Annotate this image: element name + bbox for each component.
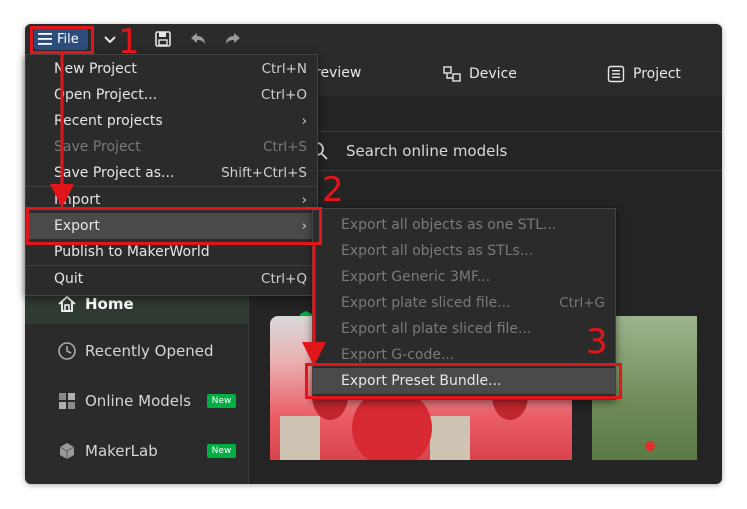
- sidebar-item-label: Online Models: [85, 392, 192, 410]
- sidebar-item-label: MakerLab: [85, 442, 158, 460]
- menu-item-label: Recent projects: [54, 113, 163, 129]
- clock-icon: [58, 342, 76, 360]
- search-placeholder: Search online models: [346, 142, 508, 160]
- tab-preview[interactable]: review: [315, 65, 361, 81]
- menu-item-export-generic-3mf: Export Generic 3MF...: [313, 264, 615, 290]
- tab-preview-label: review: [315, 65, 362, 81]
- menu-item-label: Publish to MakerWorld: [54, 244, 210, 260]
- menu-item-open-project[interactable]: Open Project... Ctrl+O: [26, 82, 317, 108]
- menu-item-save-project-as[interactable]: Save Project as... Shift+Ctrl+S: [26, 160, 317, 186]
- menu-item-label: Export Generic 3MF...: [341, 269, 491, 285]
- menu-item-export-plate-sliced: Export plate sliced file... Ctrl+G: [313, 290, 615, 316]
- home-icon: [58, 295, 76, 312]
- tab-project[interactable]: Project: [607, 65, 681, 83]
- sidebar-item-recently-opened[interactable]: Recently Opened: [25, 331, 248, 371]
- menu-item-label: Save Project as...: [54, 165, 175, 181]
- annotation-box-export-preset: [305, 363, 622, 399]
- undo-icon[interactable]: [188, 29, 208, 49]
- menu-item-shortcut: Ctrl+Q: [261, 271, 307, 287]
- menu-item-new-project[interactable]: New Project Ctrl+N: [26, 56, 317, 82]
- menu-item-shortcut: Shift+Ctrl+S: [221, 165, 307, 181]
- menu-item-recent-projects[interactable]: Recent projects ›: [26, 108, 317, 134]
- project-icon: [607, 65, 625, 83]
- menu-item-label: Import: [54, 192, 101, 208]
- new-badge: New: [207, 394, 236, 408]
- menu-item-export-all-plate-sliced: Export all plate sliced file...: [313, 316, 615, 342]
- menu-item-label: New Project: [54, 61, 137, 77]
- sidebar: Home Recently Opened Online Models New M…: [25, 269, 249, 484]
- menu-item-label: Open Project...: [54, 87, 158, 103]
- menu-item-label: Export plate sliced file...: [341, 295, 511, 311]
- menu-item-save-project: Save Project Ctrl+S: [26, 134, 317, 160]
- submenu-chevron-icon: ›: [301, 192, 307, 208]
- chevron-down-icon[interactable]: [100, 29, 120, 49]
- annotation-box-export: [26, 207, 322, 245]
- menu-item-label: Save Project: [54, 139, 141, 155]
- annotation-number: 2: [322, 170, 344, 210]
- menu-item-shortcut: Ctrl+S: [263, 139, 307, 155]
- annotation-number: 3: [586, 322, 608, 362]
- menu-item-label: Export all objects as one STL...: [341, 217, 557, 233]
- maker-cube-icon: [59, 443, 75, 459]
- menu-item-quit[interactable]: Quit Ctrl+Q: [26, 266, 317, 292]
- annotation-number: 1: [118, 22, 140, 62]
- tab-device-label: Device: [469, 66, 517, 82]
- file-menu: New Project Ctrl+N Open Project... Ctrl+…: [25, 54, 318, 296]
- sidebar-item-makerlab[interactable]: MakerLab New: [25, 431, 248, 471]
- submenu-chevron-icon: ›: [301, 113, 307, 129]
- menu-item-label: Export all objects as STLs...: [341, 243, 534, 259]
- redo-icon[interactable]: [223, 29, 243, 49]
- device-icon: [443, 66, 461, 82]
- sidebar-item-label: Home: [85, 295, 134, 313]
- tab-device[interactable]: Device: [443, 65, 517, 83]
- menu-item-label: Export all plate sliced file...: [341, 321, 532, 337]
- menu-item-shortcut: Ctrl+G: [559, 295, 605, 311]
- menu-item-export-one-stl: Export all objects as one STL...: [313, 212, 615, 238]
- menu-item-shortcut: Ctrl+N: [261, 61, 307, 77]
- save-icon[interactable]: [153, 29, 173, 49]
- annotation-box-file: [30, 26, 94, 54]
- menu-item-label: Quit: [54, 271, 84, 287]
- cube-grid-icon: [59, 393, 75, 409]
- menu-item-label: Export G-code...: [341, 347, 455, 363]
- sidebar-item-online-models[interactable]: Online Models New: [25, 381, 248, 421]
- menu-item-shortcut: Ctrl+O: [261, 87, 307, 103]
- menu-item-export-stls: Export all objects as STLs...: [313, 238, 615, 264]
- new-badge: New: [207, 444, 236, 458]
- sidebar-item-label: Recently Opened: [85, 342, 214, 360]
- search-bar[interactable]: Search online models: [305, 131, 722, 171]
- tab-project-label: Project: [633, 66, 681, 82]
